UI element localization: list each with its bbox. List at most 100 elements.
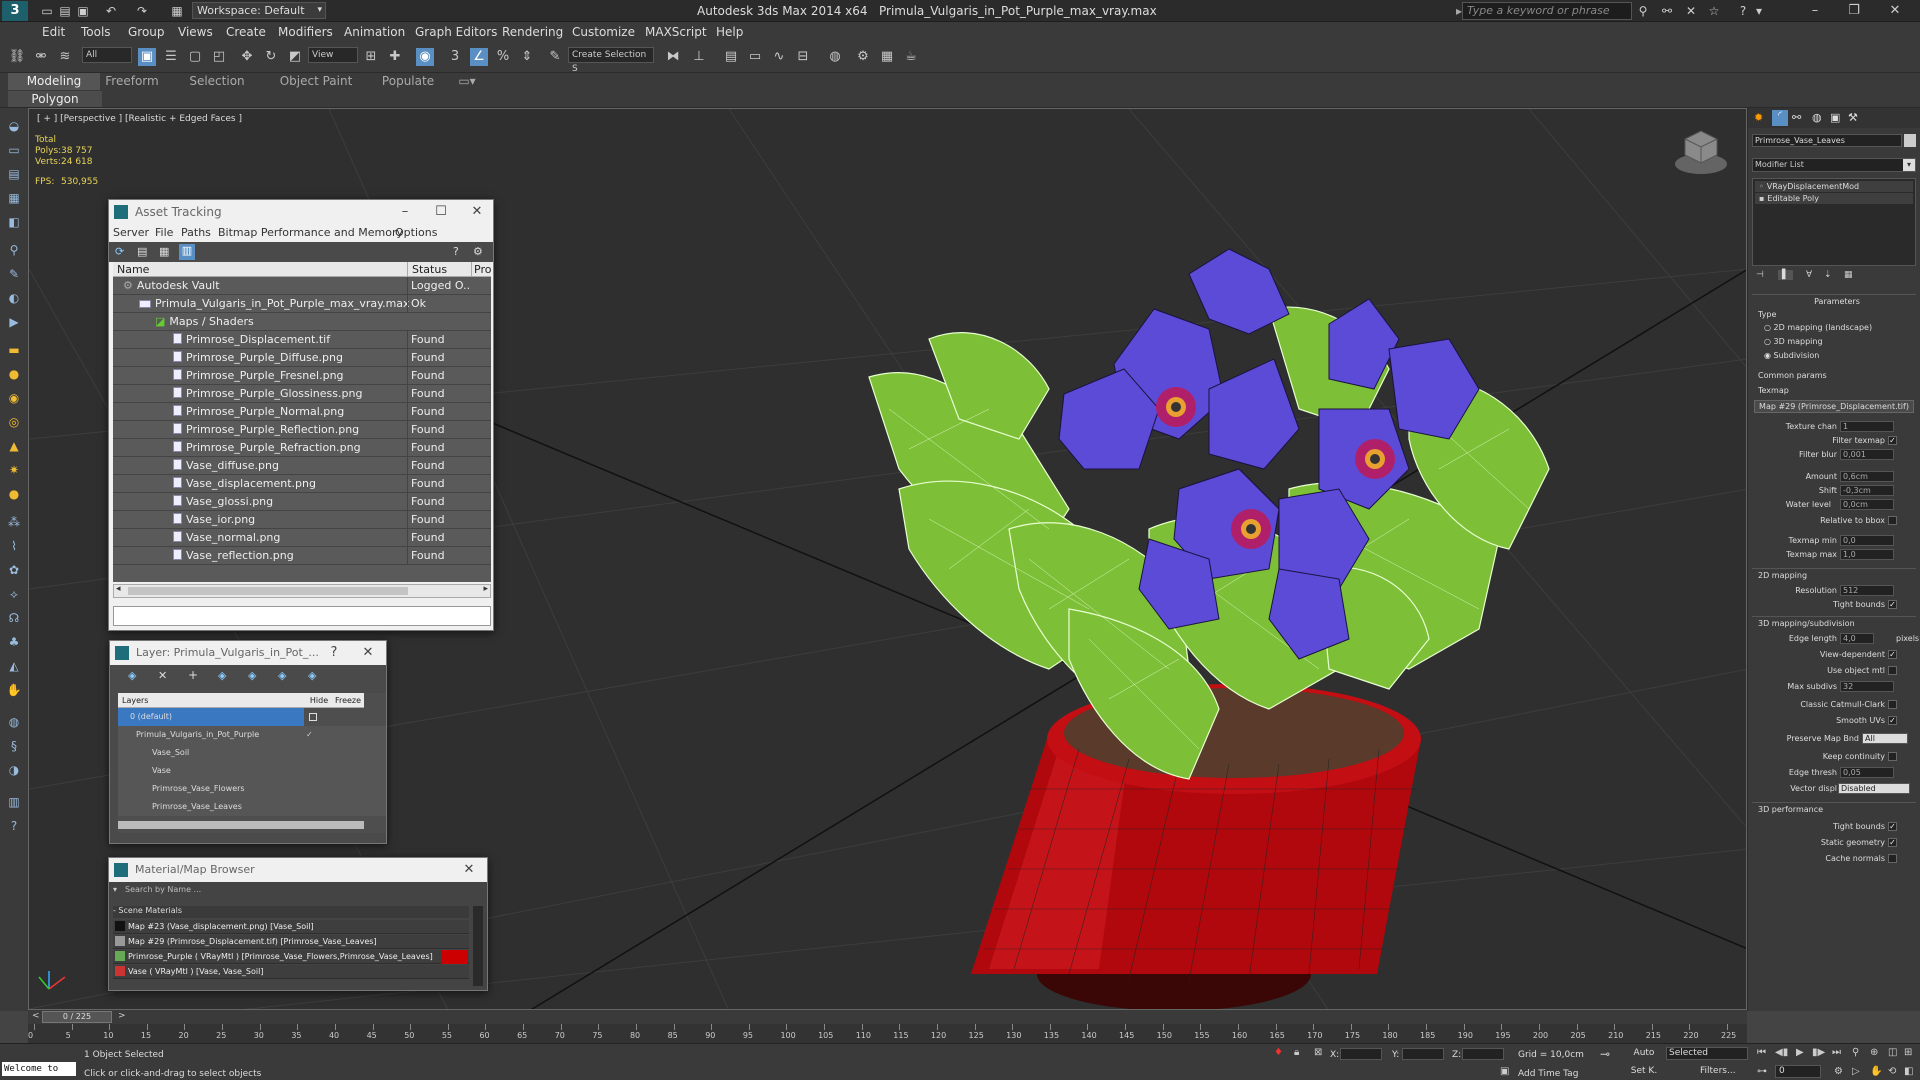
add-time-tag[interactable]: Add Time Tag: [1518, 1069, 1578, 1079]
menu-maxscript[interactable]: MAXScript: [645, 25, 707, 39]
material-scrollbar[interactable]: [473, 906, 483, 986]
new-file-icon[interactable]: ▭: [40, 4, 54, 18]
morph-icon[interactable]: ⟡: [5, 586, 23, 602]
column-status[interactable]: Status: [407, 262, 471, 277]
horizontal-scrollbar[interactable]: ◂ ▸: [113, 584, 491, 598]
table-row[interactable]: ⚙ Autodesk Vault Logged O...: [113, 277, 491, 295]
particle-icon[interactable]: ⁂: [5, 514, 23, 530]
layer-row[interactable]: Vase: [118, 762, 386, 780]
brush-icon[interactable]: ⌇: [5, 538, 23, 554]
time-config-icon[interactable]: ⚙: [1834, 1066, 1843, 1077]
make-unique-icon[interactable]: ∀: [1806, 270, 1812, 280]
modifier-stack-item[interactable]: ▪ Editable Poly: [1755, 193, 1913, 204]
menu-rendering[interactable]: Rendering: [502, 25, 563, 39]
pivot-center-icon[interactable]: ⊞: [362, 48, 380, 66]
edit-named-selection-icon[interactable]: ✎: [546, 48, 564, 66]
section-2d-mapping[interactable]: 2D mapping: [1752, 568, 1916, 582]
delete-layer-icon[interactable]: ✕: [158, 669, 167, 682]
prev-frame-icon[interactable]: <: [32, 1011, 40, 1021]
param-checkbox[interactable]: ✓: [1888, 838, 1897, 847]
lightbulb-icon[interactable]: ◦: [1759, 182, 1764, 191]
mirror-icon[interactable]: ⧓: [664, 48, 682, 66]
param-checkbox[interactable]: ✓: [1888, 600, 1897, 609]
absolute-mode-icon[interactable]: ⊠: [1314, 1047, 1322, 1058]
ribbon-toggle-icon[interactable]: ▭: [746, 48, 764, 66]
render-icon[interactable]: ◑: [5, 762, 23, 778]
rect-selection-icon[interactable]: ▢: [186, 48, 204, 66]
param-spinner[interactable]: 0,05: [1840, 767, 1894, 778]
menu-modifiers[interactable]: Modifiers: [278, 25, 333, 39]
spinner-snap-icon[interactable]: ⇕: [518, 48, 536, 66]
menu-graph-editors[interactable]: Graph Editors: [415, 25, 497, 39]
material-browser-titlebar[interactable]: Material/Map Browser: [109, 858, 487, 882]
align-icon[interactable]: ⊥: [690, 48, 708, 66]
layer-row-default[interactable]: 0 (default): [118, 708, 304, 726]
modify-icon[interactable]: ▭: [5, 142, 23, 158]
table-row[interactable]: Vase_glossi.png Found: [113, 493, 491, 511]
field-of-view-icon[interactable]: ▷: [1852, 1066, 1860, 1077]
menu-animation[interactable]: Animation: [344, 25, 405, 39]
create-icon[interactable]: ◒: [5, 118, 23, 134]
layer-scrollbar[interactable]: [118, 821, 364, 829]
display-tab-icon[interactable]: ▣: [1830, 111, 1840, 124]
tab-object-paint[interactable]: Object Paint: [276, 73, 356, 90]
zoom-extents-icon[interactable]: ◫: [1888, 1047, 1897, 1058]
key-filter-dropdown[interactable]: Selected: [1666, 1047, 1748, 1060]
select-object-icon[interactable]: ▣: [138, 48, 156, 66]
pan-icon[interactable]: ✋: [1870, 1066, 1882, 1077]
current-frame-field[interactable]: 0: [1775, 1065, 1821, 1078]
help-icon[interactable]: ?: [453, 245, 459, 258]
settings-icon[interactable]: ⚙: [473, 245, 483, 258]
search-input[interactable]: Type a keyword or phrase: [1462, 2, 1632, 20]
param-checkbox[interactable]: [1888, 700, 1897, 709]
utilities-icon[interactable]: ⚲: [5, 242, 23, 258]
param-checkbox[interactable]: [1888, 516, 1897, 525]
table-row[interactable]: Vase_ior.png Found: [113, 511, 491, 529]
object-color-swatch[interactable]: [1904, 134, 1916, 147]
viewport-label[interactable]: [ + ] [Perspective ] [Realistic + Edged …: [37, 114, 242, 124]
maximize-button[interactable]: ☐: [429, 200, 453, 224]
table-row[interactable]: Vase_diffuse.png Found: [113, 457, 491, 475]
table-row[interactable]: Primrose_Displacement.tif Found: [113, 331, 491, 349]
radio-3d-mapping[interactable]: ○ 3D mapping: [1764, 337, 1823, 346]
radio-2d-mapping[interactable]: ○ 2D mapping (landscape): [1764, 323, 1872, 332]
menu-tools[interactable]: Tools: [81, 25, 111, 39]
modifier-stack-item[interactable]: ◦ VRayDisplacementMod: [1755, 181, 1913, 192]
maximize-button[interactable]: ❐: [1839, 2, 1869, 20]
menu-server[interactable]: Server: [113, 226, 149, 239]
project-folder-icon[interactable]: ▦: [170, 4, 184, 18]
freeze-all-icon[interactable]: ◈: [308, 669, 316, 682]
tab-modeling[interactable]: Modeling: [8, 73, 100, 90]
vector-displ-dropdown[interactable]: Disabled: [1838, 783, 1910, 794]
menu-create[interactable]: Create: [226, 25, 266, 39]
polygon-modeling-panel[interactable]: Polygon Modeling: [8, 91, 102, 122]
param-checkbox[interactable]: [1888, 666, 1897, 675]
object-name-field[interactable]: Primrose_Vase_Leaves: [1752, 134, 1902, 147]
layer-row[interactable]: Primula_Vulgaris_in_Pot_Purple ✓: [118, 726, 386, 744]
z-coordinate-field[interactable]: [1462, 1048, 1504, 1060]
param-spinner[interactable]: -0,3cm: [1840, 485, 1894, 496]
globe-icon[interactable]: ◍: [5, 714, 23, 730]
scale-icon[interactable]: ◩: [286, 48, 304, 66]
material-row[interactable]: Vase ( VRayMtl ) [Vase, Vase_Soil]: [113, 965, 469, 979]
hierarchy-tab-icon[interactable]: ⚯: [1792, 111, 1801, 124]
motion-tab-icon[interactable]: ◍: [1812, 111, 1822, 124]
shell-icon[interactable]: ◭: [5, 658, 23, 674]
sphere-primitive-icon[interactable]: ●: [5, 366, 23, 382]
section-3d-performance[interactable]: 3D performance: [1752, 802, 1916, 816]
scroll-right-icon[interactable]: ▸: [483, 584, 488, 594]
maximize-viewport-icon[interactable]: ⊞: [1904, 1047, 1912, 1058]
material-row[interactable]: Map #29 (Primrose_Displacement.tif) [Pri…: [113, 935, 469, 949]
param-spinner[interactable]: 0,6cm: [1840, 471, 1894, 482]
hide-all-icon[interactable]: ◈: [278, 669, 286, 682]
menu-customize[interactable]: Customize: [572, 25, 635, 39]
hierarchy-icon[interactable]: ▤: [5, 166, 23, 182]
asset-path-field[interactable]: [113, 606, 491, 626]
motion-icon[interactable]: ▦: [5, 190, 23, 206]
snap-toggle-icon[interactable]: 3: [446, 48, 464, 66]
column-hide[interactable]: Hide: [306, 693, 332, 708]
sun-icon[interactable]: ✷: [5, 462, 23, 478]
layer-row[interactable]: Primrose_Vase_Flowers: [118, 780, 386, 798]
layers-icon[interactable]: ▥: [5, 794, 23, 810]
orbit-icon[interactable]: ⟲: [1888, 1066, 1896, 1077]
